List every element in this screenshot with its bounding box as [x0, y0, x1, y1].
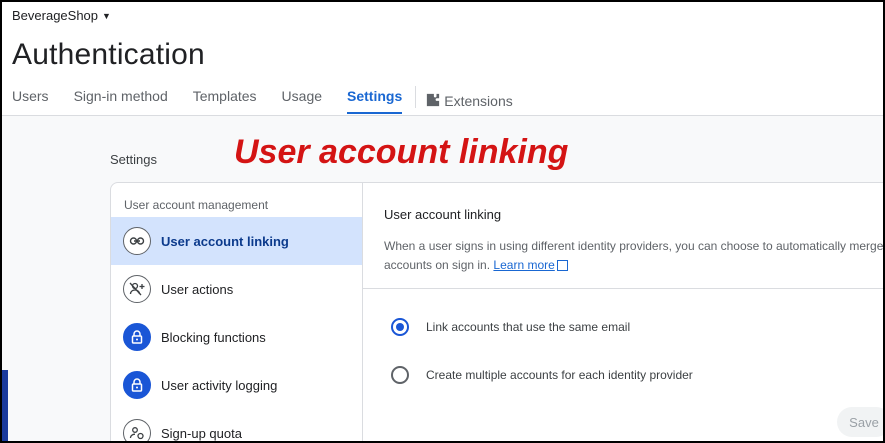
settings-main-pane: User account linking When a user signs i…	[363, 183, 884, 441]
app-window: BeverageShop ▼ Authentication Users Sign…	[0, 0, 885, 443]
sign-up-quota-icon	[123, 419, 151, 441]
nav-item-label: User actions	[161, 281, 234, 297]
project-switcher[interactable]: BeverageShop ▼	[12, 8, 111, 23]
lock-icon	[123, 323, 151, 351]
option-link-same-email[interactable]: Link accounts that use the same email	[391, 318, 630, 336]
overlay-title: User account linking	[234, 133, 569, 171]
tab-extensions[interactable]: Extensions	[426, 86, 513, 114]
nav-item-user-activity-logging[interactable]: User activity logging	[111, 361, 362, 409]
description-text: When a user signs in using different ide…	[384, 239, 884, 272]
tab-settings[interactable]: Settings	[347, 86, 403, 114]
radio-selected[interactable]	[391, 318, 409, 336]
nav-item-user-account-linking[interactable]: User account linking	[111, 217, 362, 265]
section-description: When a user signs in using different ide…	[384, 237, 884, 275]
nav-item-label: User account linking	[161, 233, 289, 249]
lock-icon	[123, 371, 151, 399]
option-label: Link accounts that use the same email	[426, 320, 631, 334]
nav-item-user-actions[interactable]: User actions	[111, 265, 362, 313]
save-button[interactable]: Save	[837, 407, 883, 437]
nav-item-sign-up-quota[interactable]: Sign-up quota	[111, 409, 362, 441]
settings-card: User account management User account lin…	[110, 182, 884, 441]
option-label: Create multiple accounts for each identi…	[426, 368, 693, 382]
learn-more-label: Learn more	[493, 258, 555, 272]
nav-item-label: User activity logging	[161, 377, 278, 393]
tab-bar: Users Sign-in method Templates Usage Set…	[2, 86, 538, 116]
tab-usage[interactable]: Usage	[282, 86, 322, 114]
caret-down-icon: ▼	[102, 10, 111, 21]
extensions-icon	[426, 93, 440, 110]
section-title: User account linking	[384, 207, 502, 222]
section-divider	[363, 288, 883, 289]
page-title: Authentication	[12, 38, 205, 71]
settings-heading: Settings	[110, 152, 157, 167]
learn-more-link[interactable]: Learn more	[493, 258, 568, 272]
tab-divider	[415, 86, 417, 108]
link-icon	[123, 227, 151, 255]
user-actions-icon	[123, 275, 151, 303]
left-accent-bar	[2, 370, 8, 441]
tab-extensions-label: Extensions	[444, 93, 513, 109]
nav-item-label: Sign-up quota	[161, 425, 242, 441]
tab-users[interactable]: Users	[12, 86, 49, 114]
nav-item-label: Blocking functions	[161, 329, 266, 345]
settings-side-nav: User account management User account lin…	[111, 183, 363, 441]
radio-unselected[interactable]	[391, 366, 409, 384]
tab-templates[interactable]: Templates	[193, 86, 257, 114]
nav-item-blocking-functions[interactable]: Blocking functions	[111, 313, 362, 361]
option-multiple-accounts[interactable]: Create multiple accounts for each identi…	[391, 366, 693, 384]
nav-section-label: User account management	[124, 198, 269, 212]
external-link-icon	[556, 260, 568, 271]
tab-sign-in-method[interactable]: Sign-in method	[74, 86, 168, 114]
project-name: BeverageShop	[12, 8, 99, 23]
tab-bar-divider	[2, 115, 883, 116]
